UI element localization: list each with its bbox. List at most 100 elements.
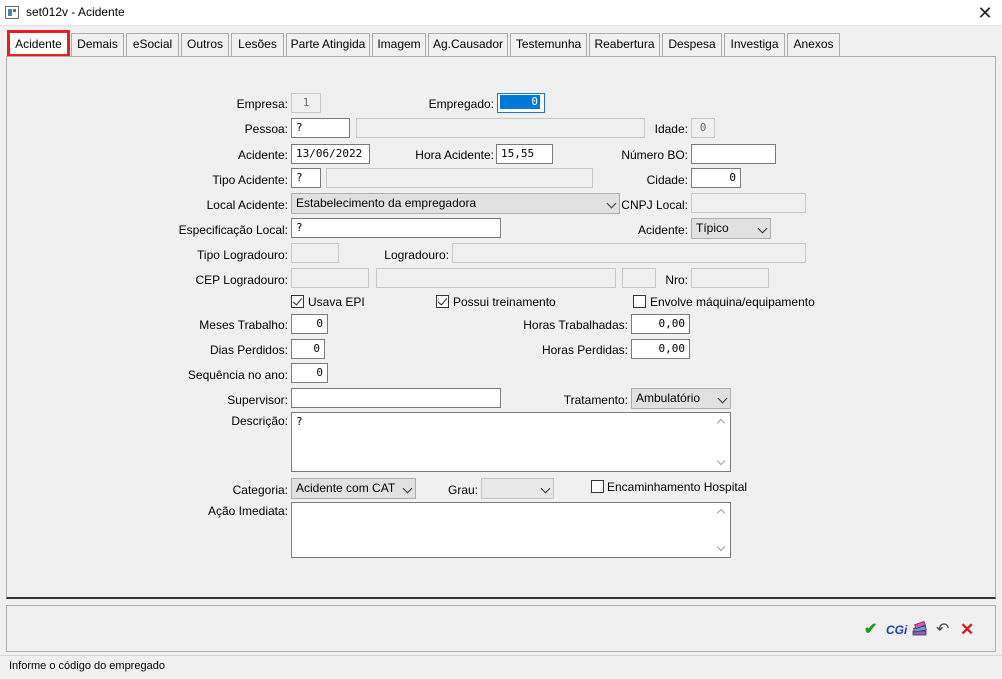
encaminhamento-hospital-label: Encaminhamento Hospital <box>607 480 748 494</box>
local-acidente-select[interactable]: Estabelecimento da empregadora <box>291 193 620 214</box>
local-acidente-label: Local Acidente: <box>206 198 288 212</box>
cnpj-local-label: CNPJ Local: <box>621 198 688 212</box>
supervisor-field[interactable] <box>291 388 501 408</box>
especificacao-local-field[interactable]: ? <box>291 218 501 238</box>
cep-logradouro-label: CEP Logradouro: <box>195 273 288 287</box>
books-icon[interactable] <box>911 620 929 639</box>
empresa-label: Empresa: <box>236 97 288 111</box>
horas-perdidas-field[interactable]: 0,00 <box>631 339 690 359</box>
local-acidente-value: Estabelecimento da empregadora <box>296 196 477 210</box>
title-bar <box>0 0 1002 26</box>
acidente-date-field[interactable]: 13/06/2022 <box>291 144 370 164</box>
empresa-field: 1 <box>291 93 321 113</box>
sequencia-ano-label: Sequência no ano: <box>187 368 288 382</box>
cidade-field[interactable]: 0 <box>691 168 741 188</box>
hora-acidente-label: Hora Acidente: <box>415 148 494 162</box>
horas-perdidas-label: Horas Perdidas: <box>541 343 628 357</box>
tab-testemunha[interactable]: Testemunha <box>510 33 587 56</box>
idade-label: Idade: <box>654 122 688 136</box>
cnpj-local-field <box>691 193 806 213</box>
encaminhamento-hospital-checkbox[interactable] <box>591 480 604 493</box>
sequencia-ano-field[interactable]: 0 <box>291 363 328 383</box>
acidente-tipo-label: Acidente: <box>637 223 688 237</box>
idade-field: 0 <box>691 118 715 138</box>
tipo-acidente-label: Tipo Acidente: <box>212 173 288 187</box>
tipo-acidente-desc-field <box>326 168 593 188</box>
usava-epi-label: Usava EPI <box>308 295 365 309</box>
dias-perdidos-field[interactable]: 0 <box>291 339 325 359</box>
descricao-textarea[interactable]: ? <box>291 412 731 472</box>
numero-bo-field[interactable] <box>691 144 776 164</box>
descricao-scrollbar[interactable] <box>714 414 729 470</box>
app-icon <box>5 6 19 19</box>
tab-outros[interactable]: Outros <box>181 33 229 56</box>
envolve-maquina-checkbox[interactable] <box>633 295 646 308</box>
window-title: set012v - Acidente <box>26 5 125 19</box>
pessoa-field[interactable]: ? <box>291 118 350 138</box>
chevron-down-icon <box>540 483 551 494</box>
tab-despesa[interactable]: Despesa <box>662 33 722 56</box>
dias-perdidos-label: Dias Perdidos: <box>209 343 288 357</box>
confirm-icon[interactable]: ✔ <box>864 621 877 639</box>
cep-city-field <box>376 268 616 288</box>
scroll-up-icon[interactable] <box>716 508 726 518</box>
tab-lesoes[interactable]: Lesões <box>231 33 284 56</box>
grau-select[interactable] <box>481 478 554 499</box>
acao-imediata-label: Ação Imediata: <box>207 504 288 518</box>
empregado-label: Empregado: <box>428 97 494 111</box>
tab-acidente[interactable]: Acidente <box>7 30 70 57</box>
tab-esocial[interactable]: eSocial <box>126 33 179 56</box>
tab-reabertura[interactable]: Reabertura <box>589 33 660 56</box>
scroll-down-icon[interactable] <box>716 456 726 466</box>
numero-bo-label: Número BO: <box>621 148 688 162</box>
meses-trabalho-field[interactable]: 0 <box>291 314 328 334</box>
tratamento-select[interactable]: Ambulatório <box>631 388 731 409</box>
tipo-logradouro-label: Tipo Logradouro: <box>197 248 288 262</box>
possui-treinamento-checkbox[interactable] <box>436 295 449 308</box>
acao-imediata-textarea[interactable] <box>291 502 731 558</box>
scroll-up-icon[interactable] <box>716 418 726 428</box>
logradouro-label: Logradouro: <box>384 248 449 262</box>
empregado-field[interactable]: 0 <box>497 93 545 113</box>
cidade-label: Cidade: <box>646 173 688 187</box>
meses-trabalho-label: Meses Trabalho: <box>199 318 288 332</box>
hora-acidente-field[interactable]: 15,55 <box>496 144 553 164</box>
tratamento-value: Ambulatório <box>636 391 701 405</box>
chevron-down-icon <box>757 223 768 234</box>
tab-ag-causador[interactable]: Ag.Causador <box>428 33 508 56</box>
cgi-button[interactable]: CGi <box>886 621 907 639</box>
acidente-tipo-select[interactable]: Típico <box>691 218 771 239</box>
logradouro-field <box>452 243 806 263</box>
pessoa-label: Pessoa: <box>244 122 288 136</box>
tab-demais[interactable]: Demais <box>71 33 124 56</box>
tab-investiga[interactable]: Investiga <box>724 33 785 56</box>
pessoa-name-field <box>356 118 645 138</box>
action-toolbar <box>6 605 996 652</box>
undo-icon[interactable]: ↶ <box>936 621 949 639</box>
tab-anexos[interactable]: Anexos <box>787 33 840 56</box>
possui-treinamento-label: Possui treinamento <box>453 295 556 309</box>
categoria-select[interactable]: Acidente com CAT <box>291 478 416 499</box>
status-text: Informe o código do empregado <box>9 660 165 672</box>
categoria-value: Acidente com CAT <box>296 481 396 495</box>
acao-imediata-scrollbar[interactable] <box>714 504 729 556</box>
cancel-icon[interactable]: ✕ <box>960 621 974 639</box>
close-window-button[interactable]: ✕ <box>972 1 998 25</box>
scroll-down-icon[interactable] <box>716 542 726 552</box>
descricao-label: Descrição: <box>231 414 288 428</box>
cep-uf-field <box>622 268 656 288</box>
tab-imagem[interactable]: Imagem <box>372 33 426 56</box>
horas-trabalhadas-field[interactable]: 0,00 <box>631 314 690 334</box>
especificacao-local-label: Especificação Local: <box>178 223 288 237</box>
horas-trabalhadas-label: Horas Trabalhadas: <box>523 318 628 332</box>
tipo-acidente-field[interactable]: ? <box>291 168 321 188</box>
nro-label: Nro: <box>665 273 688 287</box>
usava-epi-checkbox[interactable] <box>291 295 304 308</box>
descricao-text: ? <box>296 415 303 428</box>
grau-label: Grau: <box>447 483 478 497</box>
tab-parte-atingida[interactable]: Parte Atingida <box>286 33 370 56</box>
categoria-label: Categoria: <box>232 483 288 497</box>
chevron-down-icon <box>402 483 413 494</box>
cep-field <box>291 268 369 288</box>
supervisor-label: Supervisor: <box>227 393 288 407</box>
